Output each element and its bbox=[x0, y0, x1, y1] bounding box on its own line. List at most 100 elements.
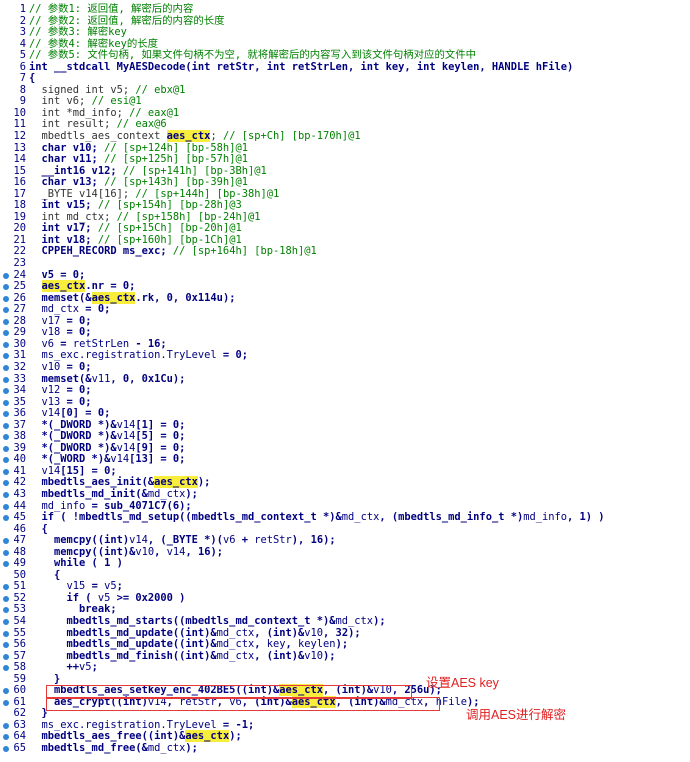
code-token: v5 bbox=[104, 580, 117, 593]
code-token: v17 bbox=[29, 314, 61, 327]
code-token: [15] = 0; bbox=[60, 464, 117, 477]
code-token: ); bbox=[229, 730, 242, 743]
code-token: v10 bbox=[304, 626, 324, 639]
code-token: v5 = 0; bbox=[29, 268, 86, 281]
code-token: md_ctx bbox=[335, 614, 374, 627]
code-token: , (mbedtls_md_info_t *) bbox=[379, 511, 524, 524]
code-text: mbedtls_md_free(&md_ctx); bbox=[29, 742, 198, 755]
code-comment: // [sp+154h] [bp-28h]@3 bbox=[97, 199, 242, 212]
code-token: ), 16); bbox=[291, 534, 336, 547]
code-token: mbedtls_md_init(& bbox=[29, 487, 148, 500]
aes-crypt-highlight-box bbox=[46, 697, 440, 711]
code-token: v12 bbox=[29, 384, 61, 397]
line-number: 43 bbox=[13, 487, 26, 500]
code-token: ); bbox=[373, 614, 386, 627]
code-token: mbedtls_md_starts((mbedtls_md_context_t … bbox=[29, 614, 336, 627]
code-token: mbedtls_aes_free((int)& bbox=[29, 730, 186, 743]
code-comment: // 参数4: 解密key的长度 bbox=[29, 37, 159, 50]
code-line[interactable]: 25 aes_ctx.nr = 0; bbox=[0, 280, 690, 293]
code-line[interactable]: 49 while ( 1 ) bbox=[0, 557, 690, 570]
code-token: = 0; bbox=[60, 314, 92, 327]
code-line[interactable]: 65 mbedtls_md_free(&md_ctx); bbox=[0, 742, 690, 755]
code-token: md_ctx bbox=[341, 511, 380, 524]
code-comment: // 参数5: 文件句柄, 如果文件句柄不为空, 就将解密后的内容写入到该文件句… bbox=[29, 49, 477, 62]
code-token: v14 bbox=[29, 464, 61, 477]
code-token: memcpy((int)& bbox=[29, 545, 136, 558]
code-comment: // [sp+Ch] [bp-170h]@1 bbox=[222, 130, 361, 143]
code-token: { bbox=[29, 72, 36, 85]
code-token: + bbox=[235, 534, 255, 547]
code-token: if ( !mbedtls_md_setup((mbedtls_md_conte… bbox=[29, 511, 342, 524]
code-token: = 0; bbox=[60, 326, 92, 339]
highlighted-identifier: aes_ctx bbox=[91, 291, 136, 304]
code-token: v11 bbox=[91, 372, 111, 385]
code-token: [1] = 0; bbox=[135, 418, 186, 431]
code-token: ); bbox=[323, 649, 336, 662]
code-token: ); bbox=[185, 742, 198, 754]
code-token: key bbox=[266, 638, 286, 651]
code-line[interactable]: 28 v17 = 0; bbox=[0, 314, 690, 328]
code-token: , 32); bbox=[323, 626, 361, 639]
code-token: int v6; bbox=[29, 95, 92, 108]
code-token: = 0; bbox=[60, 395, 92, 408]
code-line[interactable]: 34 v12 = 0; bbox=[0, 384, 690, 397]
code-token: md_ctx bbox=[147, 487, 186, 500]
code-comment: // [sp+144h] [bp-38h]@1 bbox=[135, 187, 280, 200]
pseudocode-view[interactable]: 1// 参数1: 返回值, 解密后的内容 2// 参数2: 返回值, 解密后的内容… bbox=[0, 3, 690, 755]
line-number: 25 bbox=[13, 280, 26, 293]
code-token: break; bbox=[29, 603, 117, 616]
code-token: = 0; bbox=[60, 360, 92, 373]
code-line[interactable]: 57 mbedtls_md_finish((int)&md_ctx, (int)… bbox=[0, 649, 690, 663]
code-line[interactable]: 58 ++v5; bbox=[0, 661, 690, 674]
code-token: ; bbox=[210, 130, 223, 143]
code-comment: // eax@1 bbox=[129, 106, 180, 119]
code-token: [5] = 0; bbox=[135, 430, 186, 443]
code-token: } bbox=[29, 672, 61, 685]
code-token: >= 0x2000 ) bbox=[110, 591, 186, 604]
code-token: if ( bbox=[29, 591, 98, 604]
code-token: [0] = 0; bbox=[60, 407, 111, 420]
code-token: , bbox=[254, 638, 267, 651]
code-token: , (_BYTE *)( bbox=[147, 534, 223, 547]
code-token: hFile bbox=[435, 695, 467, 708]
code-line[interactable]: 45 if ( !mbedtls_md_setup((mbedtls_md_co… bbox=[0, 511, 690, 524]
code-token: *(_DWORD *)& bbox=[29, 418, 117, 431]
code-token: memset(& bbox=[29, 291, 92, 304]
highlighted-identifier: aes_ctx bbox=[166, 130, 211, 143]
code-line[interactable]: 6 int __stdcall MyAESDecode(int retStr, i… bbox=[0, 61, 690, 74]
code-token: v10 bbox=[29, 360, 61, 373]
code-line[interactable]: 27 md_ctx = 0; bbox=[0, 303, 690, 316]
setkey-annotation: 设置AES key bbox=[426, 676, 499, 690]
code-token: mbedtls_aes_init(& bbox=[29, 476, 155, 489]
code-text: CPPEH_RECORD ms_exc; // [sp+164h] [bp-18… bbox=[29, 246, 317, 258]
code-line[interactable]: 23 bbox=[0, 257, 690, 270]
code-token: keylen bbox=[298, 638, 336, 651]
code-token: v14 bbox=[116, 418, 136, 431]
code-token: , 16); bbox=[185, 545, 223, 558]
code-line[interactable]: 22 CPPEH_RECORD ms_exc; // [sp+164h] [bp… bbox=[0, 246, 690, 258]
code-token: int md_ctx; bbox=[29, 210, 117, 223]
code-token: v5 bbox=[79, 661, 92, 674]
code-line[interactable]: 33 memset(&v11, 0, 0x1Cu); bbox=[0, 372, 690, 386]
code-comment: // [sp+124h] [bp-58h]@1 bbox=[104, 141, 248, 154]
code-token: v13 bbox=[29, 395, 61, 408]
code-token: int v18; bbox=[29, 233, 98, 246]
line-number: 5 bbox=[19, 49, 26, 62]
code-token: mbedtls_md_free(& bbox=[29, 742, 148, 754]
code-token: md_info bbox=[29, 499, 86, 512]
code-token: mbedtls_md_finish((int)& bbox=[29, 649, 217, 662]
code-token: , (int)& bbox=[254, 649, 305, 662]
code-token: while ( 1 ) bbox=[29, 557, 123, 570]
code-token: , 1) ) bbox=[567, 511, 605, 524]
line-number: 1 bbox=[19, 3, 26, 15]
code-token: [9] = 0; bbox=[135, 441, 186, 454]
code-token: ); bbox=[185, 487, 198, 500]
code-comment: // [sp+164h] [bp-18h]@1 bbox=[172, 245, 317, 258]
code-line[interactable]: 31 ms_exc.registration.TryLevel = 0; bbox=[0, 350, 690, 362]
code-token: , bbox=[285, 638, 299, 651]
code-token: ; bbox=[91, 661, 98, 674]
aes-crypt-annotation: 调用AES进行解密 bbox=[466, 708, 567, 722]
code-token: ); bbox=[197, 476, 211, 489]
code-token: = -1; bbox=[216, 718, 255, 731]
code-comment: // 参数3: 解密key bbox=[29, 26, 127, 39]
